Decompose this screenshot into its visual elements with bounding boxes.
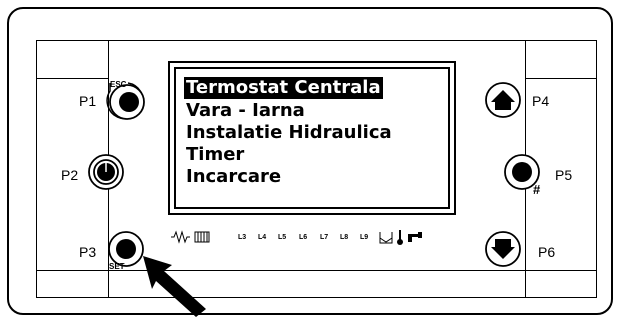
p3-filled-circle-icon [116,239,136,259]
p1-label: P1 [79,93,97,109]
p4-label: P4 [532,93,550,109]
indicator-l5: L5 [278,234,287,241]
menu-item-timer[interactable]: Timer [186,144,244,166]
tank-icon [379,232,393,244]
p3-label: P3 [79,244,97,260]
menu-item-incarcare[interactable]: Incarcare [186,166,281,188]
panel-divider-top-right [525,78,597,79]
p2-label: P2 [61,167,79,183]
p2-button[interactable] [86,152,126,192]
resistor-icon [171,230,190,244]
set-tag: SET [109,262,125,271]
indicator-l9: L9 [360,234,369,241]
indicator-l8: L8 [340,234,349,241]
panel-divider-bottom-left [36,270,108,271]
tap-icon [408,232,422,242]
menu-item-vara-iarna[interactable]: Vara - Iarna [186,100,305,122]
panel-divider-top-left [36,78,108,79]
menu-item-termostat-centrala[interactable]: Termostat Centrala [184,77,383,99]
panel-divider-bottom-right [525,270,597,271]
p4-button[interactable] [483,80,527,120]
p5-button[interactable] [502,152,552,196]
p1-filled-circle-icon [119,92,139,112]
indicator-icons-right [379,230,422,245]
indicator-l4: L4 [258,234,267,241]
thermometer-icon [397,230,403,245]
esc-tag: ESC [110,80,127,89]
coil-icon [194,231,210,243]
p5-filled-circle-icon [512,162,532,182]
p6-label: P6 [538,244,556,260]
indicator-l7: L7 [320,234,329,241]
menu-item-instalatie-hidraulica[interactable]: Instalatie Hidraulica [186,122,392,144]
indicator-icons-left [171,230,210,244]
p5-label: P5 [555,167,573,183]
indicator-l6: L6 [299,234,308,241]
hash-tag: # [533,182,541,197]
pointer-arrow-icon [143,256,206,317]
indicator-l3: L3 [238,234,247,241]
p6-button[interactable] [483,229,527,269]
